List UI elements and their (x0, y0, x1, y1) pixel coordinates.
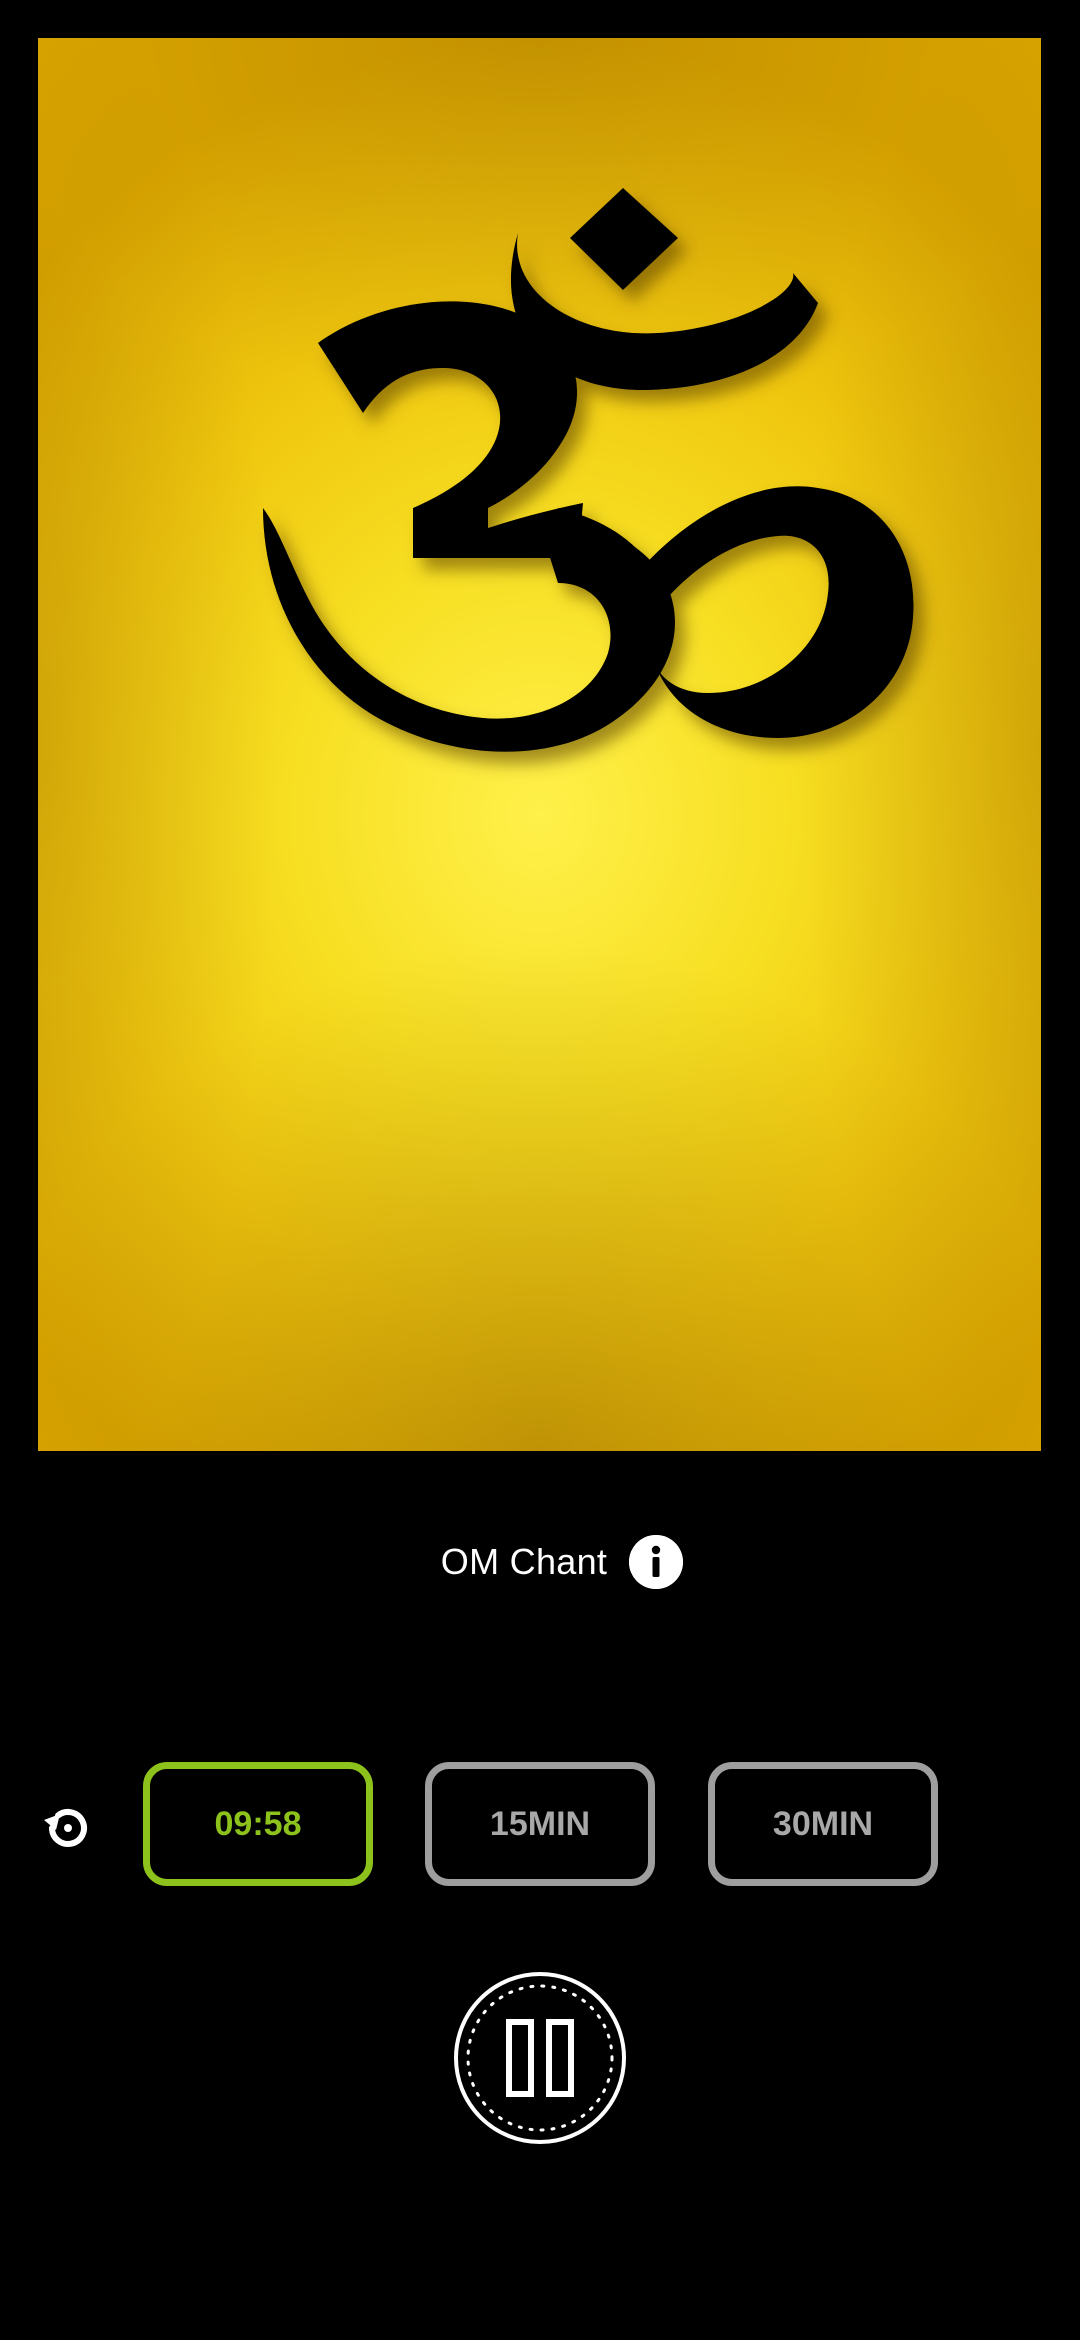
app-screen: OM Chant 09:58 15MIN 30MIN (0, 0, 1080, 2340)
timer-options: 09:58 15MIN 30MIN (0, 1762, 1080, 1890)
info-button[interactable] (629, 1535, 684, 1589)
pause-button[interactable] (452, 1970, 628, 2146)
timer-option-15min[interactable]: 15MIN (425, 1762, 655, 1886)
info-icon (629, 1535, 684, 1589)
om-symbol-icon (263, 188, 914, 752)
track-title: OM Chant (440, 1541, 608, 1582)
restart-button[interactable] (38, 1798, 98, 1858)
timer-option-current[interactable]: 09:58 (143, 1762, 373, 1886)
om-artwork (38, 38, 1041, 1451)
track-title-row: OM Chant (0, 1530, 1080, 1594)
restart-icon (44, 1809, 87, 1847)
timer-option-30min[interactable]: 30MIN (708, 1762, 938, 1886)
pause-icon (454, 1972, 626, 2144)
